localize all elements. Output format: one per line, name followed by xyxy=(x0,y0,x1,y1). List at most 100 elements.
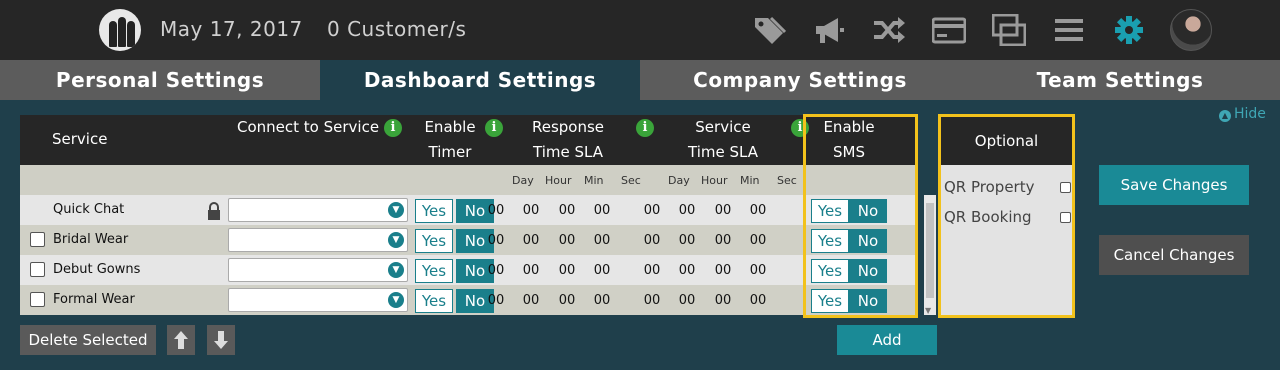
time-value[interactable]: 00 xyxy=(516,263,546,278)
option-qr-property: QR Property xyxy=(944,178,1035,196)
time-value[interactable]: 00 xyxy=(708,293,738,308)
scrollbar-thumb[interactable] xyxy=(926,203,934,298)
time-value[interactable]: 00 xyxy=(516,293,546,308)
time-value[interactable]: 00 xyxy=(481,233,511,248)
chevron-down-icon: ▼ xyxy=(388,262,404,278)
header-response-line2: Time SLA xyxy=(533,143,603,161)
connect-service-select[interactable]: ▼ xyxy=(228,198,408,222)
move-up-button[interactable] xyxy=(167,325,195,355)
time-value[interactable]: 00 xyxy=(672,263,702,278)
unit-hour: Hour xyxy=(545,174,572,187)
menu-icon[interactable] xyxy=(1052,14,1086,46)
connect-service-select[interactable]: ▼ xyxy=(228,228,408,252)
time-value[interactable]: 00 xyxy=(637,263,667,278)
arrow-up-icon xyxy=(174,331,188,349)
time-value[interactable]: 00 xyxy=(516,203,546,218)
scroll-down-icon[interactable]: ▼ xyxy=(925,306,931,315)
row-select-checkbox[interactable] xyxy=(30,292,45,307)
shuffle-icon[interactable] xyxy=(872,14,906,46)
timer-yes-button[interactable]: Yes xyxy=(415,289,453,313)
time-value[interactable]: 00 xyxy=(587,263,617,278)
tab-company-settings[interactable]: Company Settings xyxy=(640,60,960,100)
time-value[interactable]: 00 xyxy=(743,233,773,248)
connect-service-select[interactable]: ▼ xyxy=(228,288,408,312)
chevron-down-icon: ▼ xyxy=(388,292,404,308)
time-value[interactable]: 00 xyxy=(552,203,582,218)
info-icon[interactable]: i xyxy=(636,119,654,137)
header-service-sla-line1: Service xyxy=(695,118,751,136)
chevron-down-icon: ▼ xyxy=(388,202,404,218)
unit-sec: Sec xyxy=(621,174,641,187)
tab-team-settings[interactable]: Team Settings xyxy=(960,60,1280,100)
table-row: Quick Chat ▼ Yes No 00 00 00 00 00 00 00 00 Yes No xyxy=(20,195,918,225)
qr-property-checkbox[interactable] xyxy=(1060,182,1071,193)
time-value[interactable]: 00 xyxy=(516,233,546,248)
timer-yes-button[interactable]: Yes xyxy=(415,199,453,223)
time-value[interactable]: 00 xyxy=(552,233,582,248)
service-name: Quick Chat xyxy=(53,202,125,217)
time-value[interactable]: 00 xyxy=(481,293,511,308)
time-value[interactable]: 00 xyxy=(587,293,617,308)
optional-title: Optional xyxy=(941,117,1072,165)
arrow-down-icon xyxy=(214,331,228,349)
hide-label: Hide xyxy=(1234,106,1266,122)
timer-yes-button[interactable]: Yes xyxy=(415,259,453,283)
info-icon[interactable]: i xyxy=(485,119,503,137)
connect-service-select[interactable]: ▼ xyxy=(228,258,408,282)
add-service-button[interactable]: Add xyxy=(837,325,937,355)
time-value[interactable]: 00 xyxy=(637,203,667,218)
tab-personal-settings[interactable]: Personal Settings xyxy=(0,60,320,100)
time-value[interactable]: 00 xyxy=(743,293,773,308)
timer-yes-button[interactable]: Yes xyxy=(415,229,453,253)
time-value[interactable]: 00 xyxy=(708,233,738,248)
header-enable-timer-line1: Enable xyxy=(424,118,476,136)
option-qr-booking: QR Booking xyxy=(944,208,1032,226)
time-units-row: Day Hour Min Sec Day Hour Min Sec xyxy=(20,165,918,195)
screens-icon[interactable] xyxy=(991,13,1027,47)
qr-booking-checkbox[interactable] xyxy=(1060,212,1071,223)
gear-icon[interactable] xyxy=(1112,14,1146,46)
credit-card-icon[interactable] xyxy=(931,14,967,46)
unit-day: Day xyxy=(668,174,690,187)
time-value[interactable]: 00 xyxy=(637,293,667,308)
header-response-line1: Response xyxy=(531,118,605,136)
time-value[interactable]: 00 xyxy=(481,203,511,218)
time-value[interactable]: 00 xyxy=(552,263,582,278)
unit-day: Day xyxy=(512,174,534,187)
time-value[interactable]: 00 xyxy=(672,293,702,308)
time-value[interactable]: 00 xyxy=(743,263,773,278)
hide-link[interactable]: ▲ Hide xyxy=(1219,106,1266,122)
tab-dashboard-settings[interactable]: Dashboard Settings xyxy=(320,60,640,100)
user-avatar[interactable] xyxy=(1170,9,1212,51)
time-value[interactable]: 00 xyxy=(708,263,738,278)
time-value[interactable]: 00 xyxy=(637,233,667,248)
unit-sec: Sec xyxy=(777,174,797,187)
time-value[interactable]: 00 xyxy=(672,233,702,248)
time-value[interactable]: 00 xyxy=(552,293,582,308)
row-select-checkbox[interactable] xyxy=(30,232,45,247)
tag-icon[interactable] xyxy=(752,14,787,46)
header-service: Service xyxy=(52,130,108,148)
time-value[interactable]: 00 xyxy=(587,233,617,248)
cancel-changes-button[interactable]: Cancel Changes xyxy=(1099,235,1249,275)
table-scrollbar[interactable]: ▼ xyxy=(924,195,936,315)
service-name: Debut Gowns xyxy=(53,262,141,277)
unit-min: Min xyxy=(740,174,760,187)
time-value[interactable]: 00 xyxy=(743,203,773,218)
megaphone-icon[interactable] xyxy=(812,14,846,46)
company-logo xyxy=(99,9,141,51)
time-value[interactable]: 00 xyxy=(587,203,617,218)
header-enable-timer: Enable Timer xyxy=(420,115,480,165)
time-value[interactable]: 00 xyxy=(672,203,702,218)
service-name: Formal Wear xyxy=(53,292,135,307)
time-value[interactable]: 00 xyxy=(708,203,738,218)
info-icon[interactable]: i xyxy=(384,119,402,137)
time-value[interactable]: 00 xyxy=(481,263,511,278)
save-changes-button[interactable]: Save Changes xyxy=(1099,165,1249,205)
table-row: Bridal Wear ▼ Yes No 00 00 00 00 00 00 00 00 Yes No xyxy=(20,225,918,255)
move-down-button[interactable] xyxy=(207,325,235,355)
current-date: May 17, 2017 xyxy=(160,17,303,41)
row-select-checkbox[interactable] xyxy=(30,262,45,277)
delete-selected-button[interactable]: Delete Selected xyxy=(20,325,156,355)
header-response-time-sla: Response Time SLA xyxy=(523,115,613,165)
